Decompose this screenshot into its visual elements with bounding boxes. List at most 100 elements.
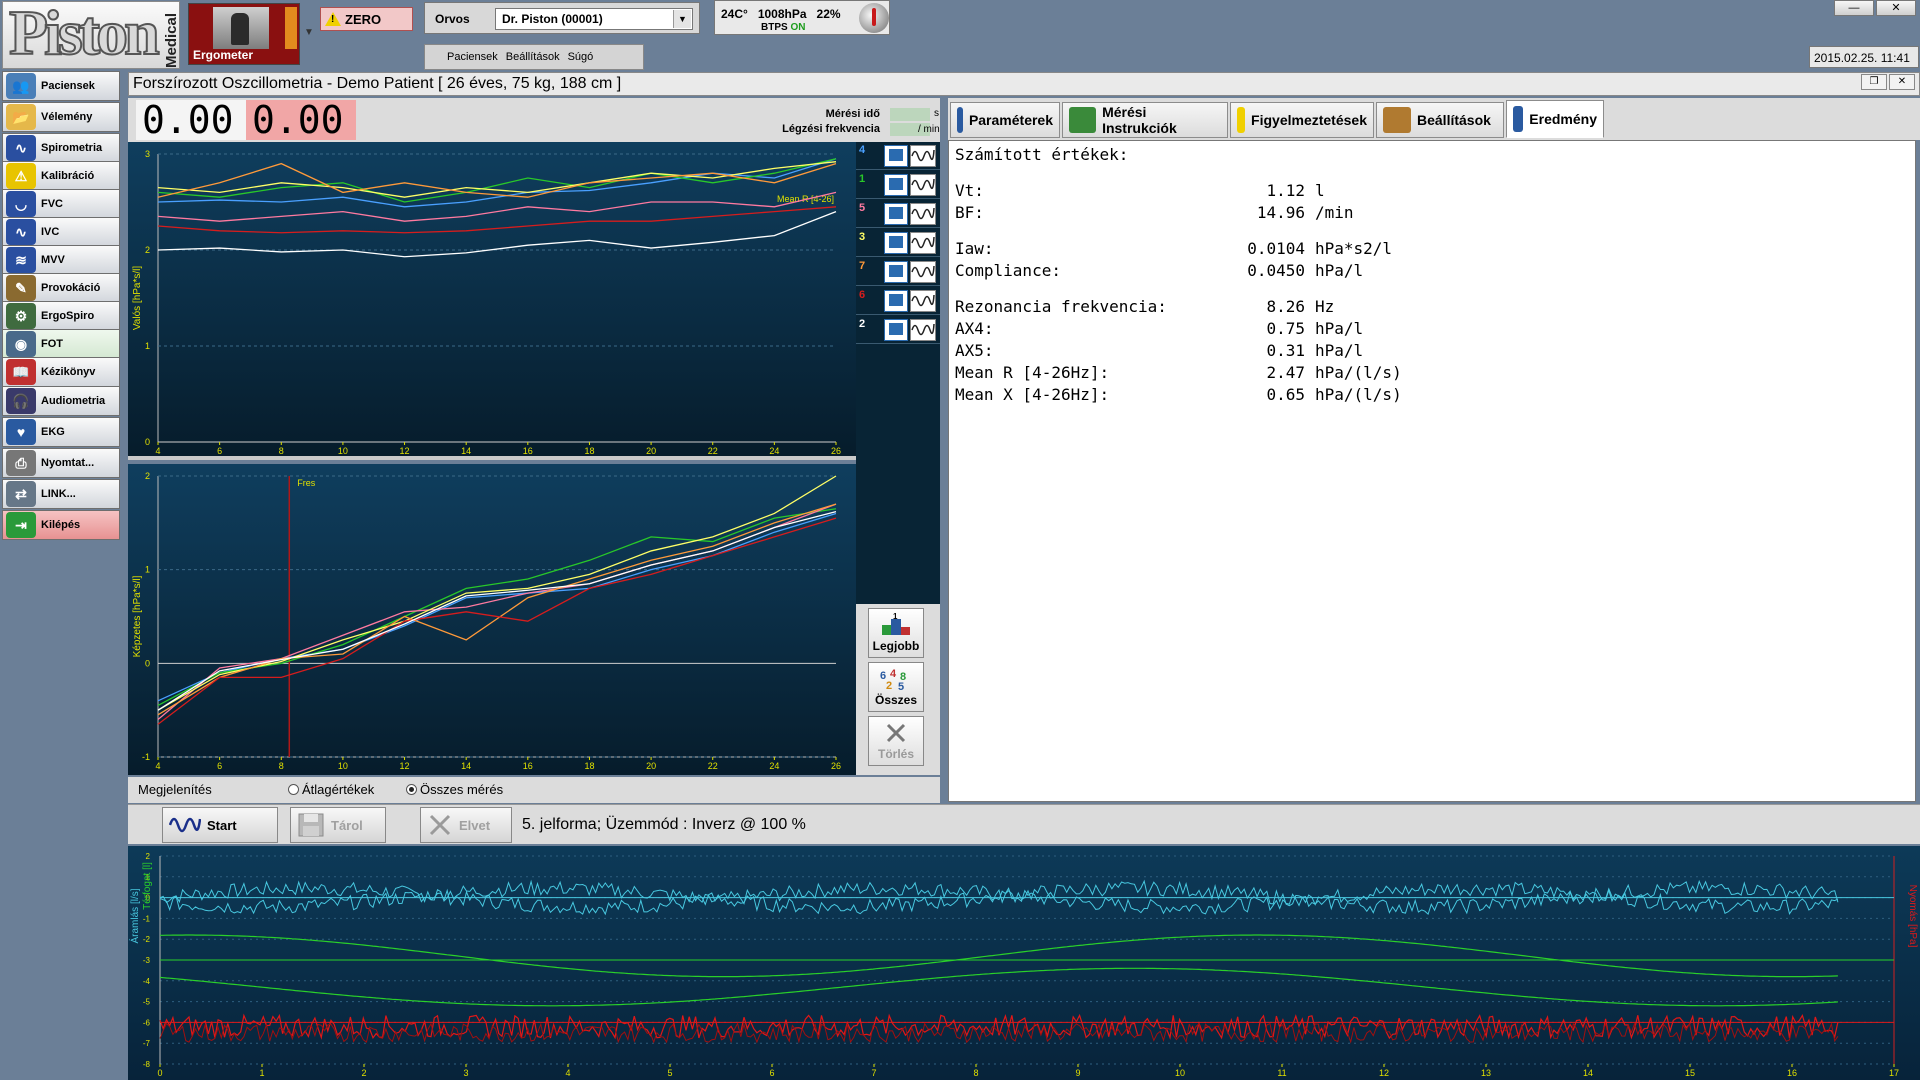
x-tick-label: 6 — [769, 1068, 774, 1078]
x-tick-label: 6 — [217, 446, 222, 456]
show-curve-icon[interactable] — [910, 261, 936, 283]
measurement-legend: 4 1 5 3 7 6 2 — [856, 142, 940, 604]
reject-button-label: Elvet — [459, 817, 491, 833]
chevron-down-icon[interactable]: ▼ — [302, 26, 316, 40]
sidebar-item-v-lem-ny[interactable]: 📂 Vélemény — [2, 102, 120, 132]
restore-button[interactable]: ❐ — [1861, 74, 1887, 90]
result-row: Iaw: 0.0104 hPa*s2/l — [955, 239, 1392, 261]
tab-settings[interactable]: Beállítások — [1376, 102, 1504, 138]
show-curve-icon[interactable] — [910, 203, 936, 225]
save-disk-icon[interactable] — [884, 232, 908, 254]
show-curve-icon[interactable] — [910, 145, 936, 167]
radio-all-circle[interactable] — [406, 784, 417, 795]
module-card-ergometer[interactable]: Ergometer — [188, 3, 300, 65]
sidebar-item-ekg[interactable]: ♥ EKG — [2, 417, 120, 447]
sidebar-item-label: Kalibráció — [41, 170, 95, 182]
sidebar-item-audiometria[interactable]: 🎧 Audiometria — [2, 386, 120, 416]
show-curve-icon[interactable] — [910, 232, 936, 254]
show-curve-icon[interactable] — [910, 174, 936, 196]
sidebar-item-label: ErgoSpiro — [41, 310, 95, 322]
chevron-down-icon[interactable]: ▼ — [673, 10, 691, 28]
mvv-wave-icon: ≋ — [6, 247, 36, 273]
x-tick-label: 18 — [584, 446, 594, 456]
folder-icon: 📂 — [6, 104, 36, 130]
y-tick-label: -6 — [143, 1018, 151, 1027]
minimize-button[interactable]: — — [1834, 0, 1874, 16]
measurement-item[interactable]: 5 — [856, 200, 940, 228]
show-curve-icon[interactable] — [910, 319, 936, 341]
show-curve-icon[interactable] — [910, 290, 936, 312]
fot-icon: ◉ — [6, 331, 36, 357]
x-tick-label: 20 — [646, 446, 656, 456]
sidebar-item-ivc[interactable]: ∿ IVC — [2, 217, 120, 247]
sidebar-item-link[interactable]: ⇄ LINK... — [2, 479, 120, 509]
module-card-label: Ergometer — [193, 48, 254, 62]
x-tick-label: 24 — [769, 446, 779, 456]
tab-warning[interactable]: Figyelmeztetések — [1230, 102, 1374, 138]
measurement-item[interactable]: 6 — [856, 287, 940, 315]
volume-trace — [160, 934, 1838, 978]
sidebar-item-provok-ci[interactable]: ✎ Provokáció — [2, 273, 120, 303]
save-disk-icon[interactable] — [884, 261, 908, 283]
measurement-item[interactable]: 2 — [856, 316, 940, 344]
volume-trace-2 — [159, 967, 1838, 1007]
sidebar-item-mvv[interactable]: ≋ MVV — [2, 245, 120, 275]
sidebar-item-paciensek[interactable]: 👥 Paciensek — [2, 71, 120, 101]
x-tick-label: 17 — [1889, 1068, 1899, 1078]
thermometer-icon[interactable] — [859, 3, 889, 33]
radio-average[interactable]: Átlagértékek — [288, 782, 374, 797]
save-disk-icon[interactable] — [884, 290, 908, 312]
measurement-item[interactable]: 1 — [856, 171, 940, 199]
action-bar: Start Tárol Elvet 5. jelforma; Üzemmód :… — [128, 804, 1920, 844]
sidebar-item-ergospiro[interactable]: ⚙ ErgoSpiro — [2, 301, 120, 331]
best-button[interactable]: 1 Legjobb — [868, 608, 924, 658]
radio-average-circle[interactable] — [288, 784, 299, 795]
result-value: 14.96 — [1256, 203, 1305, 222]
sidebar-item-kalibr-ci[interactable]: ⚠ Kalibráció — [2, 161, 120, 191]
tab-parameters[interactable]: Paraméterek — [950, 102, 1060, 138]
sidebar-item-kil-p-s[interactable]: ⇥ Kilépés — [2, 510, 120, 540]
sidebar-item-k-zik-nyv[interactable]: 📖 Kézikönyv — [2, 357, 120, 387]
tab-label: Mérési Instrukciók — [1102, 104, 1177, 136]
zero-button[interactable]: ZERO — [320, 7, 413, 31]
btps-state: ON — [790, 22, 806, 33]
radio-all-measurements[interactable]: Összes mérés — [406, 782, 503, 797]
measurement-number: 1 — [859, 173, 866, 185]
start-button[interactable]: Start — [162, 807, 278, 843]
save-disk-icon[interactable] — [884, 203, 908, 225]
respiratory-frequency-unit: / min — [918, 124, 940, 135]
store-button[interactable]: Tárol — [290, 807, 386, 843]
tab-results-table[interactable]: Eredmény — [1506, 100, 1604, 138]
save-disk-icon[interactable] — [884, 319, 908, 341]
close-button[interactable]: ✕ — [1876, 0, 1916, 16]
sidebar-item-fot[interactable]: ◉ FOT — [2, 329, 120, 359]
save-disk-icon[interactable] — [884, 174, 908, 196]
zero-button-label: ZERO — [345, 11, 382, 27]
doctor-select[interactable]: Dr. Piston (00001) ▼ — [495, 8, 693, 30]
panel-close-button[interactable]: ✕ — [1889, 74, 1915, 90]
result-row: Compliance: 0.0450 hPa/l — [955, 261, 1363, 283]
delete-button[interactable]: Törlés — [868, 716, 924, 766]
reject-button[interactable]: Elvet — [420, 807, 512, 843]
svg-text:2: 2 — [886, 680, 892, 691]
measurement-item[interactable]: 4 — [856, 142, 940, 170]
podium-icon: 1 — [882, 613, 910, 635]
result-unit: hPa/l — [1315, 341, 1364, 360]
x-tick-label: 3 — [463, 1068, 468, 1078]
save-disk-icon[interactable] — [884, 145, 908, 167]
btps-status: BTPS ON — [761, 22, 805, 33]
series-line — [157, 503, 837, 716]
sidebar-item-spirometria[interactable]: ∿ Spirometria — [2, 133, 120, 163]
resistance-chart: 0 1 2 3 4 6 8 10 12 14 16 18 20 22 24 26 Valós [hPa*s/l]… — [128, 142, 856, 460]
sidebar-item-fvc[interactable]: ◡ FVC — [2, 189, 120, 219]
tab-instructions[interactable]: Mérési Instrukciók — [1062, 102, 1228, 138]
menu-item-help[interactable]: Súgó — [568, 51, 594, 69]
sidebar-item-nyomtat[interactable]: ⎙ Nyomtat... — [2, 448, 120, 478]
measurement-item[interactable]: 3 — [856, 229, 940, 257]
ekg-icon: ♥ — [6, 419, 36, 445]
all-button[interactable]: 6 4 8 2 5 Összes — [868, 662, 924, 712]
pressure-trace-2 — [159, 1021, 1839, 1044]
menu-item-patients[interactable]: Paciensek — [447, 51, 498, 69]
menu-item-settings[interactable]: Beállítások — [506, 51, 560, 69]
measurement-item[interactable]: 7 — [856, 258, 940, 286]
